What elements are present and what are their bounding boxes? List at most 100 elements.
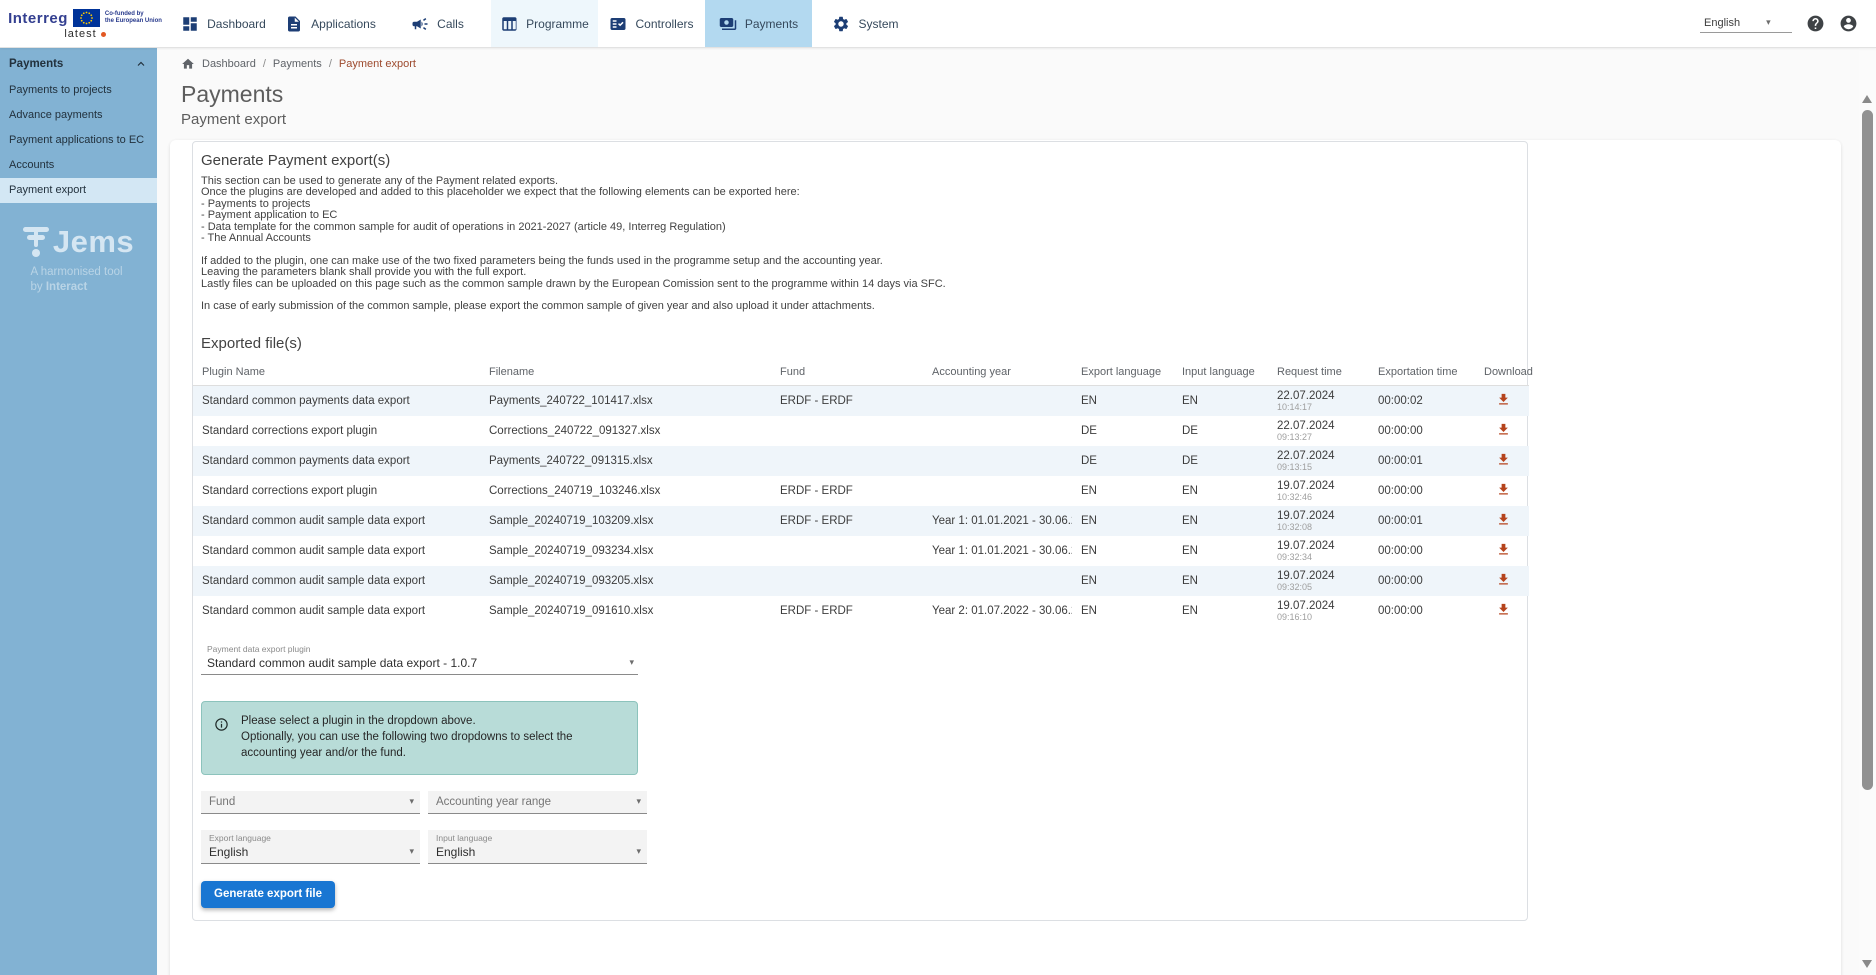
fund-cell: ERDF - ERDF (771, 596, 923, 626)
exportation-time-cell: 00:00:02 (1369, 385, 1475, 416)
nav-item-applications[interactable]: Applications (277, 0, 384, 47)
sidebar-item-advance-payments[interactable]: Advance payments (0, 103, 157, 128)
accounting-year-cell: Year 1: 01.01.2021 - 30.06.2022 (923, 536, 1072, 566)
col-filename: Filename (480, 360, 771, 386)
breadcrumb: Dashboard / Payments / Payment export (170, 57, 1841, 71)
plugin-name-cell: Standard common audit sample data export (193, 536, 480, 566)
page-title: Payments (181, 81, 1841, 108)
export-language-select[interactable]: Export language English ▾ (201, 830, 420, 864)
download-icon[interactable] (1496, 452, 1511, 467)
content-card: Generate Payment export(s) This section … (170, 140, 1841, 975)
plugin-name-cell: Standard corrections export plugin (193, 476, 480, 506)
download-icon[interactable] (1496, 422, 1511, 437)
col-input-language: Input language (1173, 360, 1268, 386)
accounting-year-cell (923, 416, 1072, 446)
nav-item-payments[interactable]: Payments (705, 0, 812, 47)
generate-section-heading: Generate Payment export(s) (193, 152, 1527, 169)
exportation-time-cell: 00:00:00 (1369, 536, 1475, 566)
col-plugin-name: Plugin Name (193, 360, 480, 386)
brand-logo: Interreg Co-funded bythe European Union … (0, 0, 170, 47)
fund-cell (771, 536, 923, 566)
fund-cell (771, 566, 923, 596)
plugin-name-cell: Standard common payments data export (193, 385, 480, 416)
generate-section-description: This section can be used to generate any… (193, 176, 1527, 313)
cofunded-text: Co-funded bythe European Union (105, 11, 162, 25)
account-icon[interactable] (1839, 14, 1858, 33)
eu-flag-icon (73, 9, 100, 27)
request-date: 19.07.2024 (1277, 570, 1363, 582)
request-time: 10:14:17 (1277, 402, 1363, 412)
exported-files-table: Plugin Name Filename Fund Accounting yea… (193, 360, 1529, 626)
scroll-down-arrow-icon[interactable] (1862, 960, 1872, 968)
nav-item-label: System (858, 17, 898, 31)
jems-tagline: A harmonised tool by Interact (31, 265, 127, 295)
input-language-cell: DE (1173, 446, 1268, 476)
fund-cell: ERDF - ERDF (771, 385, 923, 416)
language-select[interactable]: English ▾ (1700, 15, 1792, 33)
input-language-select[interactable]: Input language English ▾ (428, 830, 647, 864)
breadcrumb-payments[interactable]: Payments (273, 58, 322, 70)
filename-cell: Sample_20240719_103209.xlsx (480, 506, 771, 536)
generate-export-file-button[interactable]: Generate export file (201, 881, 335, 908)
download-icon[interactable] (1496, 482, 1511, 497)
download-icon[interactable] (1496, 512, 1511, 527)
main-navigation: Dashboard Applications CallsProgrammeContr… (170, 0, 919, 47)
download-icon[interactable] (1496, 392, 1511, 407)
request-time: 09:32:05 (1277, 582, 1363, 592)
request-time-cell: 19.07.202410:32:08 (1268, 506, 1369, 536)
fund-cell: ERDF - ERDF (771, 506, 923, 536)
vertical-scrollbar[interactable] (1859, 48, 1876, 975)
table-row: Standard common audit sample data export… (193, 506, 1529, 536)
download-icon[interactable] (1496, 602, 1511, 617)
nav-item-controllers[interactable]: Controllers (598, 0, 705, 47)
exportation-time-cell: 00:00:00 (1369, 416, 1475, 446)
request-time-cell: 19.07.202410:32:46 (1268, 476, 1369, 506)
exported-files-heading: Exported file(s) (193, 335, 1527, 352)
nav-item-calls[interactable]: Calls (384, 0, 491, 47)
download-icon[interactable] (1496, 572, 1511, 587)
request-time: 10:32:46 (1277, 492, 1363, 502)
scroll-up-arrow-icon[interactable] (1862, 95, 1872, 103)
plugin-select-value: Standard common audit sample data export… (207, 656, 477, 670)
request-time-cell: 19.07.202409:16:10 (1268, 596, 1369, 626)
nav-item-system[interactable]: System (812, 0, 919, 47)
exportation-time-cell: 00:00:01 (1369, 446, 1475, 476)
fund-select[interactable]: Fund ▾ (201, 791, 420, 814)
input-language-cell: EN (1173, 566, 1268, 596)
download-cell (1475, 446, 1529, 476)
table-row: Standard corrections export pluginCorrec… (193, 416, 1529, 446)
programme-icon (500, 15, 518, 33)
download-icon[interactable] (1496, 542, 1511, 557)
scrollbar-thumb[interactable] (1862, 110, 1873, 790)
plugin-select[interactable]: Payment data export plugin Standard comm… (201, 642, 638, 675)
request-time: 09:16:10 (1277, 612, 1363, 622)
nav-item-programme[interactable]: Programme (491, 0, 598, 47)
page-subtitle: Payment export (181, 111, 1841, 128)
accounting-year-cell (923, 446, 1072, 476)
description-line: - Payments to projects (201, 199, 1519, 210)
filename-cell: Sample_20240719_093234.xlsx (480, 536, 771, 566)
nav-item-label: Dashboard (207, 17, 266, 31)
download-cell (1475, 476, 1529, 506)
info-line-1: Please select a plugin in the dropdown a… (241, 713, 625, 729)
description-line: Once the plugins are developed and added… (201, 187, 1519, 198)
fund-cell: ERDF - ERDF (771, 476, 923, 506)
sidebar-item-payments-to-projects[interactable]: Payments to projects (0, 78, 157, 103)
nav-item-label: Applications (311, 17, 376, 31)
nav-item-dashboard[interactable]: Dashboard (170, 0, 277, 47)
sidebar-item-accounts[interactable]: Accounts (0, 153, 157, 178)
chevron-down-icon: ▾ (409, 796, 414, 807)
accounting-year-select[interactable]: Accounting year range ▾ (428, 791, 647, 814)
download-cell (1475, 385, 1529, 416)
request-date: 22.07.2024 (1277, 420, 1363, 432)
sidebar-section-payments[interactable]: Payments (0, 48, 157, 78)
sidebar-item-payment-export[interactable]: Payment export (0, 178, 157, 203)
home-icon[interactable] (181, 57, 195, 71)
sidebar-item-payment-applications-to-ec[interactable]: Payment applications to EC (0, 128, 157, 153)
breadcrumb-dashboard[interactable]: Dashboard (202, 58, 256, 70)
fund-cell (771, 416, 923, 446)
payments-icon (719, 15, 737, 33)
help-icon[interactable] (1806, 14, 1825, 33)
sidebar: Payments Payments to projectsAdvance pay… (0, 48, 157, 975)
description-line: - Data template for the common sample fo… (201, 222, 1519, 233)
